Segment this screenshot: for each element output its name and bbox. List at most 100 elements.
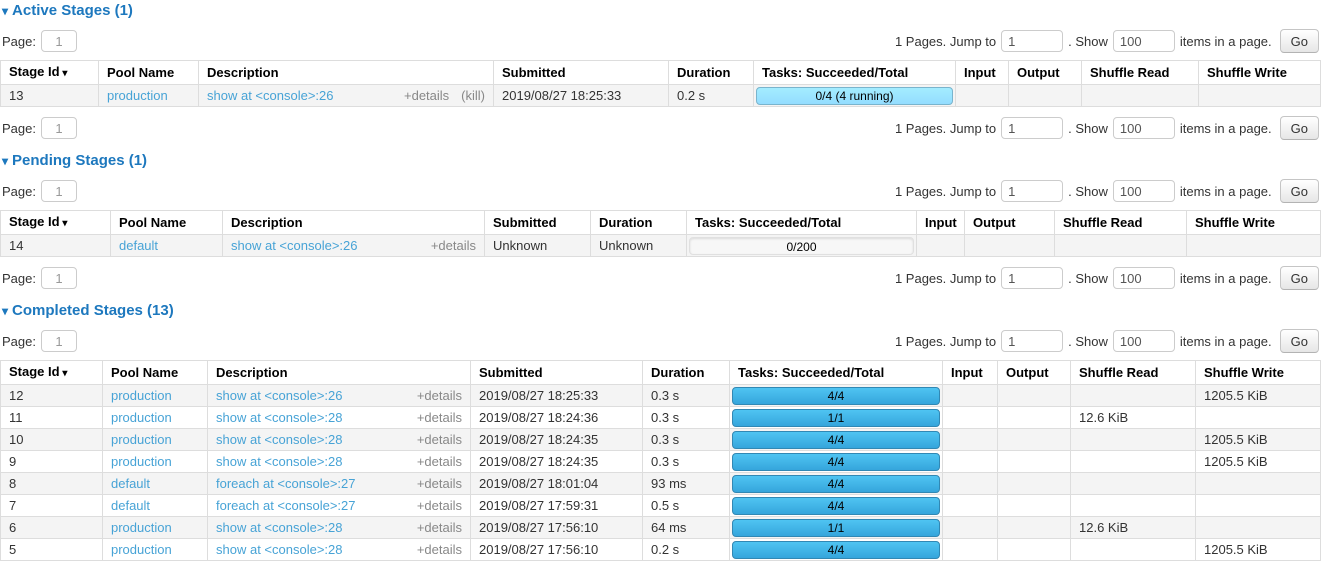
column-header-submitted[interactable]: Submitted: [494, 61, 669, 85]
pool-name-cell: production: [99, 85, 199, 107]
page-number-input[interactable]: [41, 180, 77, 202]
column-header-tasks-succeeded-total[interactable]: Tasks: Succeeded/Total: [754, 61, 956, 85]
go-button[interactable]: Go: [1280, 329, 1319, 353]
column-header-tasks-succeeded-total[interactable]: Tasks: Succeeded/Total: [730, 361, 943, 385]
column-header-shuffle-read[interactable]: Shuffle Read: [1071, 361, 1196, 385]
show-count-input[interactable]: [1113, 30, 1175, 52]
section-header-completed[interactable]: ▾Completed Stages (13): [0, 303, 1323, 319]
stage-id-cell: 7: [1, 495, 103, 517]
output-cell: [998, 429, 1071, 451]
pool-name-link[interactable]: production: [107, 88, 168, 103]
pool-name-link[interactable]: production: [111, 410, 172, 425]
column-header-output[interactable]: Output: [965, 211, 1055, 235]
page-number-input[interactable]: [41, 30, 77, 52]
details-toggle[interactable]: +details: [431, 238, 476, 253]
show-count-input[interactable]: [1113, 180, 1175, 202]
pool-name-link[interactable]: production: [111, 432, 172, 447]
column-header-pool-name[interactable]: Pool Name: [103, 361, 208, 385]
input-cell: [917, 235, 965, 257]
shuffle-write-cell: [1187, 235, 1321, 257]
section-header-active[interactable]: ▾Active Stages (1): [0, 3, 1323, 19]
jump-to-input[interactable]: [1001, 117, 1063, 139]
column-header-output[interactable]: Output: [1009, 61, 1082, 85]
column-header-description[interactable]: Description: [199, 61, 494, 85]
tasks-cell: 1/1: [730, 407, 943, 429]
pool-name-link[interactable]: default: [119, 238, 158, 253]
show-count-input[interactable]: [1113, 330, 1175, 352]
pool-name-link[interactable]: production: [111, 454, 172, 469]
description-cell: +details show at <console>:26: [223, 235, 485, 257]
pool-name-link[interactable]: default: [111, 498, 150, 513]
details-toggle[interactable]: +details: [404, 88, 449, 103]
column-header-stage-id[interactable]: Stage Id ▾: [1, 211, 111, 235]
column-header-description[interactable]: Description: [223, 211, 485, 235]
column-header-shuffle-write[interactable]: Shuffle Write: [1199, 61, 1321, 85]
column-header-shuffle-write[interactable]: Shuffle Write: [1187, 211, 1321, 235]
column-header-shuffle-read[interactable]: Shuffle Read: [1082, 61, 1199, 85]
description-link[interactable]: show at <console>:28: [216, 432, 342, 447]
pool-name-link[interactable]: default: [111, 476, 150, 491]
jump-to-input[interactable]: [1001, 30, 1063, 52]
go-button[interactable]: Go: [1280, 266, 1319, 290]
column-header-pool-name[interactable]: Pool Name: [99, 61, 199, 85]
page-number-input[interactable]: [41, 267, 77, 289]
pages-count-text: 1 Pages. Jump to: [895, 34, 996, 49]
description-link[interactable]: show at <console>:26: [231, 238, 357, 253]
shuffle-write-cell: 1205.5 KiB: [1196, 451, 1321, 473]
details-toggle[interactable]: +details: [417, 520, 462, 535]
column-header-submitted[interactable]: Submitted: [471, 361, 643, 385]
go-button[interactable]: Go: [1280, 179, 1319, 203]
jump-to-input[interactable]: [1001, 267, 1063, 289]
jump-to-input[interactable]: [1001, 180, 1063, 202]
details-toggle[interactable]: +details: [417, 432, 462, 447]
tasks-cell: 4/4: [730, 429, 943, 451]
description-link[interactable]: show at <console>:28: [216, 410, 342, 425]
column-header-description[interactable]: Description: [208, 361, 471, 385]
details-toggle[interactable]: +details: [417, 498, 462, 513]
details-toggle[interactable]: +details: [417, 476, 462, 491]
description-link[interactable]: show at <console>:28: [216, 520, 342, 535]
show-count-input[interactable]: [1113, 267, 1175, 289]
column-header-pool-name[interactable]: Pool Name: [111, 211, 223, 235]
completed-stages-section: ▾Completed Stages (13) Page: 1 Pages. Ju…: [0, 303, 1323, 561]
jump-to-input[interactable]: [1001, 330, 1063, 352]
page-number-input[interactable]: [41, 117, 77, 139]
submitted-cell: 2019/08/27 18:24:35: [471, 451, 643, 473]
description-link[interactable]: show at <console>:28: [216, 454, 342, 469]
go-button[interactable]: Go: [1280, 29, 1319, 53]
shuffle-read-cell: [1071, 385, 1196, 407]
description-link[interactable]: show at <console>:26: [216, 388, 342, 403]
submitted-cell: 2019/08/27 18:01:04: [471, 473, 643, 495]
kill-link[interactable]: (kill): [461, 88, 485, 103]
description-link[interactable]: show at <console>:26: [207, 88, 333, 103]
column-header-tasks-succeeded-total[interactable]: Tasks: Succeeded/Total: [687, 211, 917, 235]
description-link[interactable]: foreach at <console>:27: [216, 498, 356, 513]
column-header-input[interactable]: Input: [943, 361, 998, 385]
column-header-output[interactable]: Output: [998, 361, 1071, 385]
column-header-input[interactable]: Input: [956, 61, 1009, 85]
column-header-stage-id[interactable]: Stage Id ▾: [1, 361, 103, 385]
show-label: . Show: [1068, 121, 1108, 136]
column-header-duration[interactable]: Duration: [643, 361, 730, 385]
column-header-shuffle-write[interactable]: Shuffle Write: [1196, 361, 1321, 385]
details-toggle[interactable]: +details: [417, 454, 462, 469]
go-button[interactable]: Go: [1280, 116, 1319, 140]
show-count-input[interactable]: [1113, 117, 1175, 139]
submitted-cell: 2019/08/27 18:24:35: [471, 429, 643, 451]
pool-name-link[interactable]: production: [111, 388, 172, 403]
column-header-duration[interactable]: Duration: [591, 211, 687, 235]
column-header-duration[interactable]: Duration: [669, 61, 754, 85]
pool-name-link[interactable]: production: [111, 520, 172, 535]
section-header-pending[interactable]: ▾Pending Stages (1): [0, 153, 1323, 169]
details-toggle[interactable]: +details: [417, 388, 462, 403]
duration-cell: Unknown: [591, 235, 687, 257]
column-header-shuffle-read[interactable]: Shuffle Read: [1055, 211, 1187, 235]
column-header-submitted[interactable]: Submitted: [485, 211, 591, 235]
column-header-input[interactable]: Input: [917, 211, 965, 235]
details-toggle[interactable]: +details: [417, 410, 462, 425]
description-link[interactable]: foreach at <console>:27: [216, 476, 356, 491]
page-number-input[interactable]: [41, 330, 77, 352]
pool-name-cell: default: [111, 235, 223, 257]
tasks-cell: 4/4: [730, 451, 943, 473]
column-header-stage-id[interactable]: Stage Id ▾: [1, 61, 99, 85]
